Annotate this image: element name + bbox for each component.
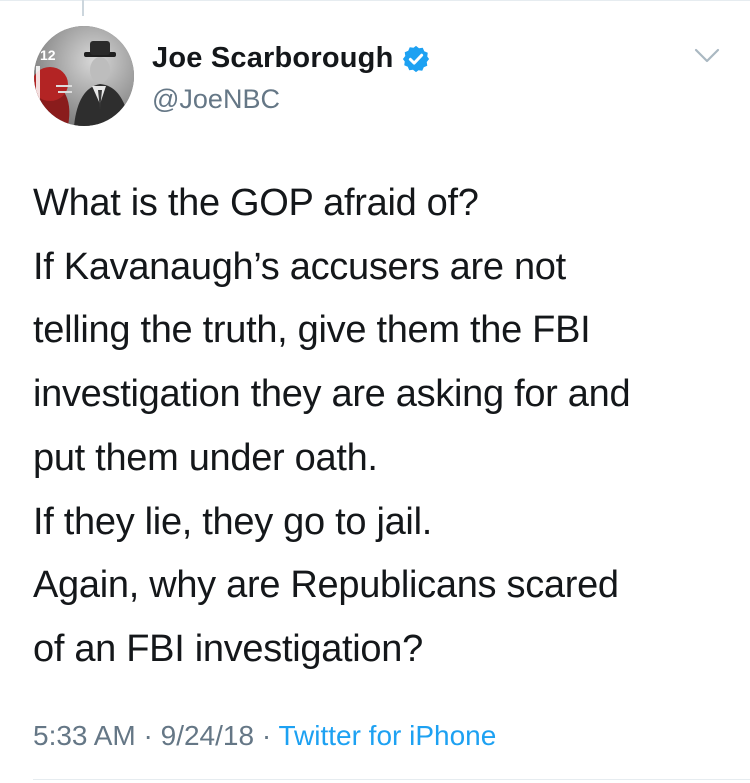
tweet-text-line: If they lie, they go to jail. [33,500,432,543]
tweet-date[interactable]: 9/24/18 [161,720,254,751]
tweet-time[interactable]: 5:33 AM [33,720,136,751]
meta-separator: · [254,720,279,751]
tweet-text-line: of an FBI investigation? [33,627,423,670]
thread-connector-line [82,0,84,16]
bottom-divider [33,779,750,780]
meta-separator: · [135,720,161,751]
tweet-text-line: If Kavanaugh’s accusers are not [33,245,566,288]
tweet-card: 12 Joe Scarborough @JoeNBC What is the G… [0,0,750,783]
verified-badge-icon [402,45,429,72]
author-handle[interactable]: @JoeNBC [152,84,280,115]
jersey-number: 12 [40,47,56,63]
top-divider [0,0,750,1]
tweet-source-link[interactable]: Twitter for iPhone [278,720,496,751]
tweet-text-line: put them under oath. [33,436,378,479]
tweet-text-line: investigation they are asking for and [33,373,631,416]
display-name[interactable]: Joe Scarborough [152,42,394,75]
tweet-text-line: telling the truth, give them the FBI [33,309,591,352]
chevron-down-icon[interactable] [694,46,720,66]
tweet-text-line: What is the GOP afraid of? [33,182,479,224]
avatar-photo: 12 [34,26,134,126]
tweet-text: What is the GOP afraid of? If Kavanaugh’… [33,172,723,682]
tweet-text-line: Again, why are Republicans scared [33,564,619,607]
tweet-metadata: 5:33 AM · 9/24/18 · Twitter for iPhone [33,720,496,752]
author-name-row[interactable]: Joe Scarborough [152,42,431,75]
avatar[interactable]: 12 [34,26,134,126]
